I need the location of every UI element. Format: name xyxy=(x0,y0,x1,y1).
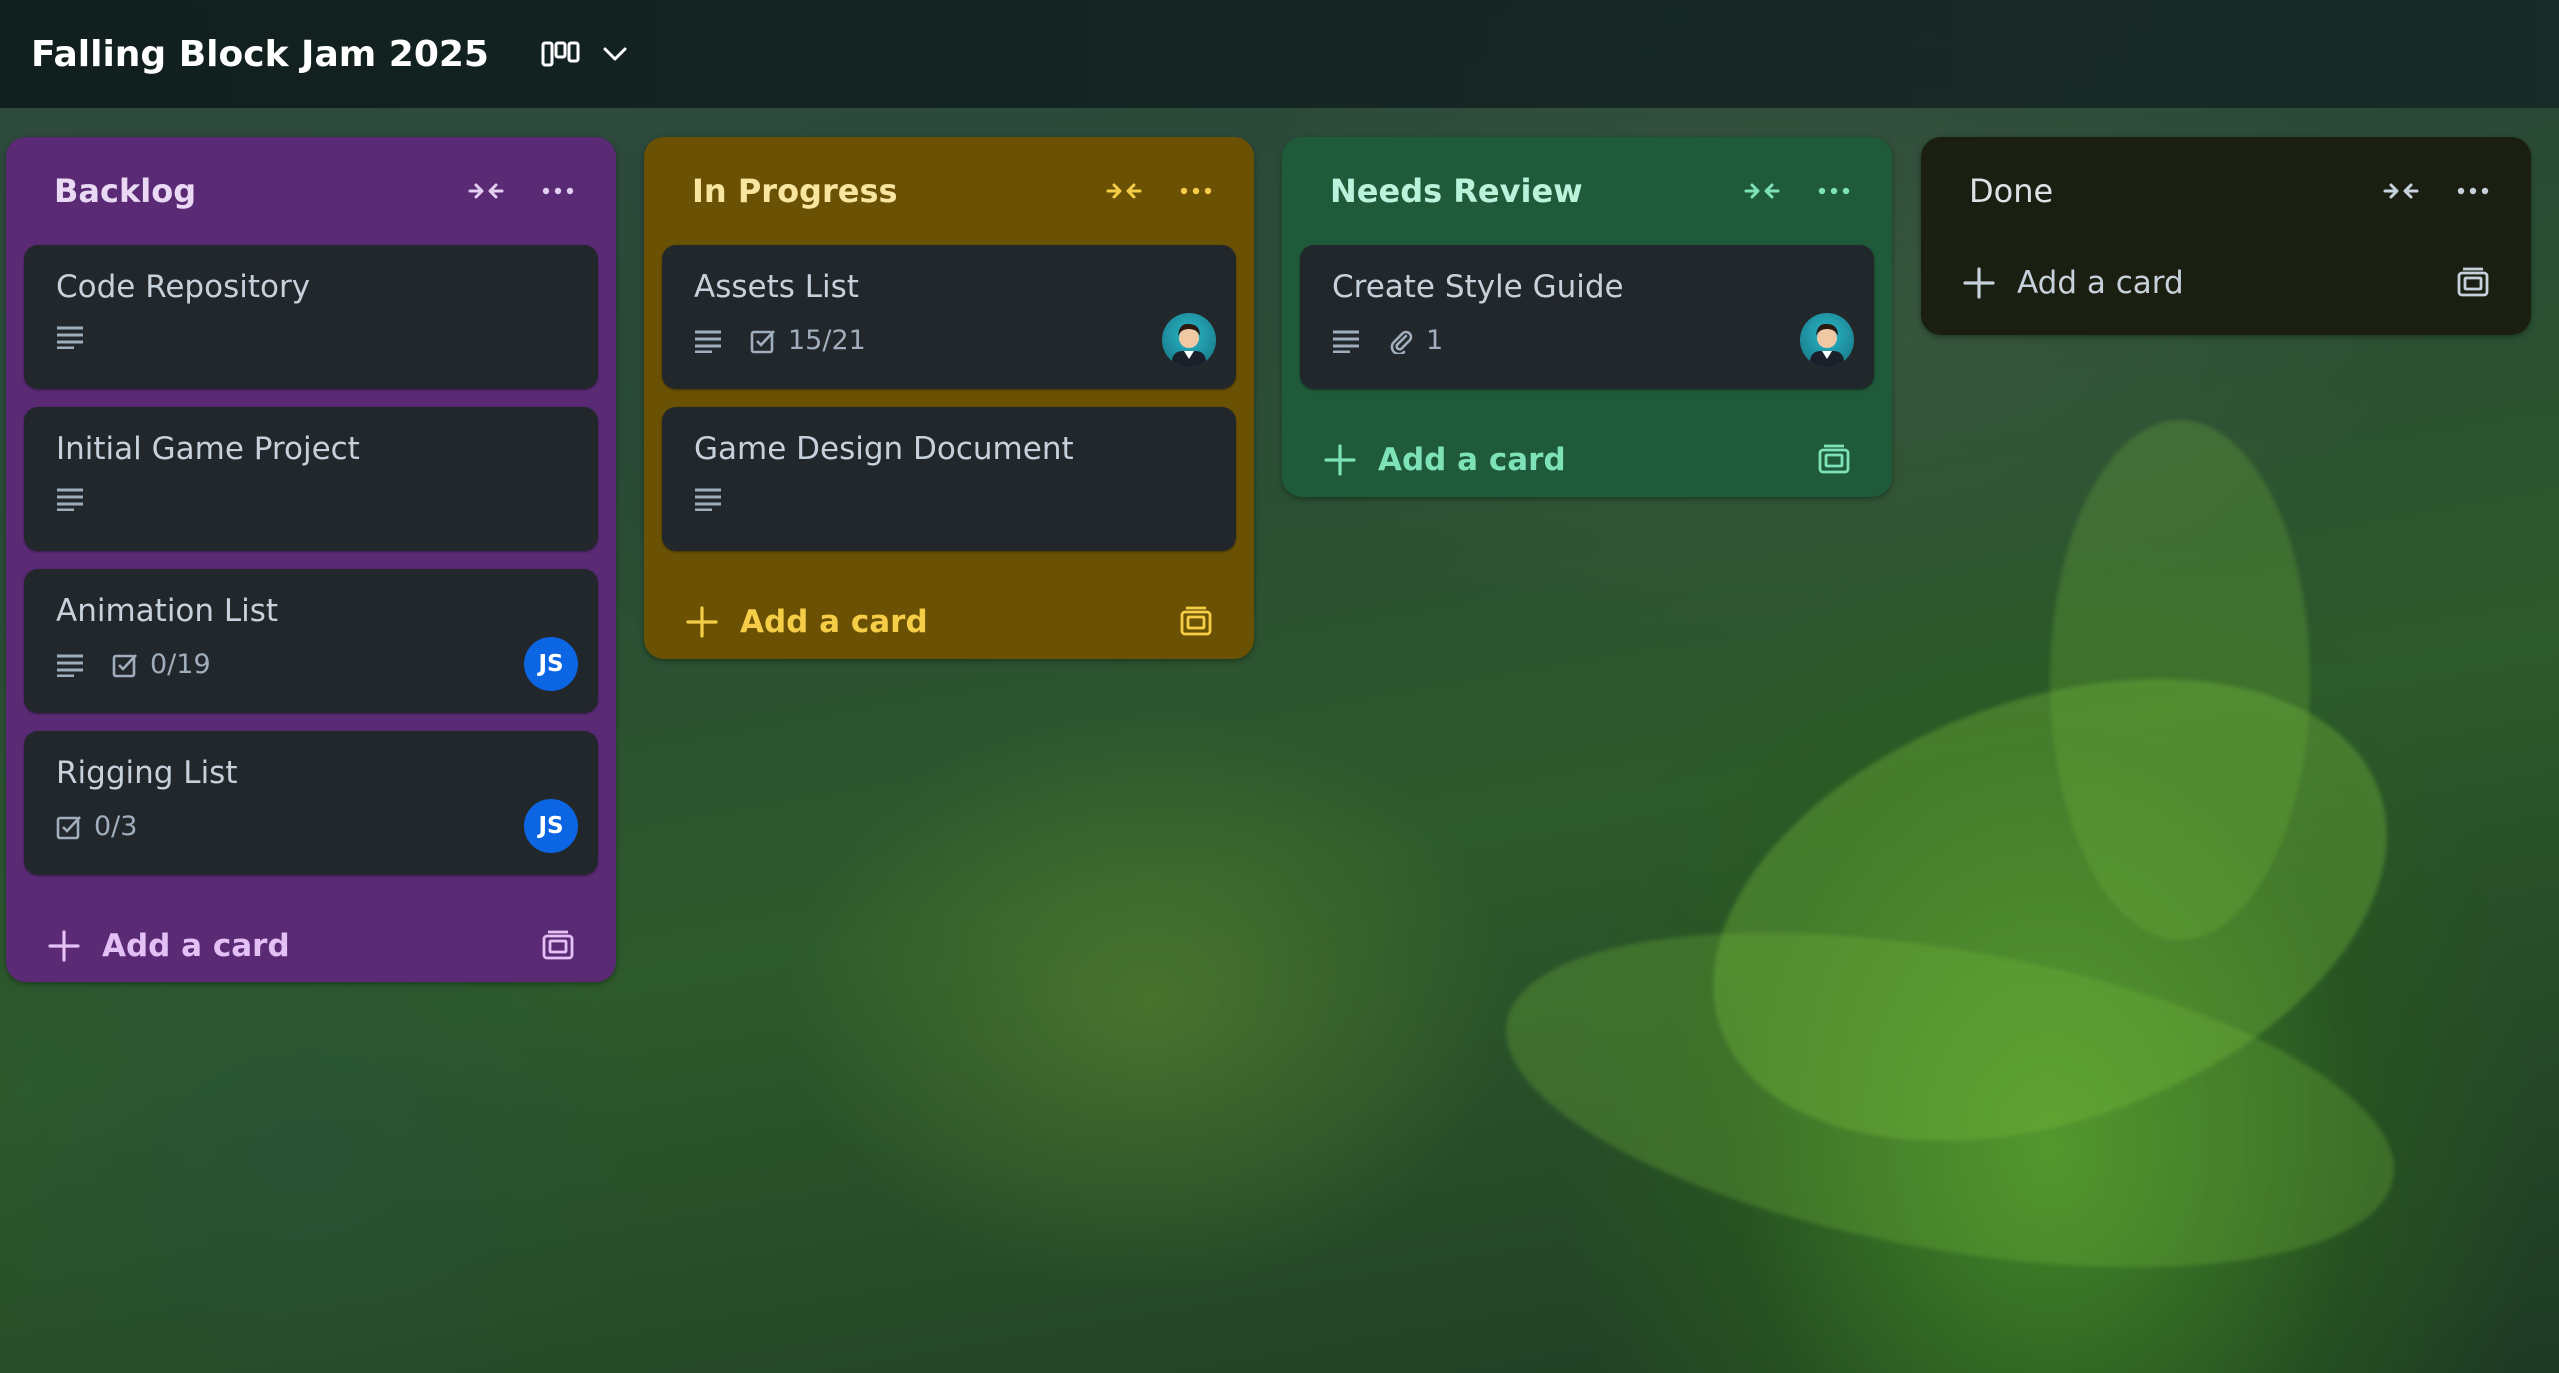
add-card-button[interactable]: Add a card xyxy=(102,928,538,964)
more-icon xyxy=(1180,187,1212,195)
avatar[interactable] xyxy=(1800,313,1854,367)
create-from-template-icon[interactable] xyxy=(538,926,578,966)
card-title: Create Style Guide xyxy=(1332,269,1624,305)
add-card-row: Add a card xyxy=(1300,407,1874,513)
list-title[interactable]: Backlog xyxy=(54,172,436,210)
paperclip-icon xyxy=(1390,330,1413,354)
card[interactable]: Game Design Document xyxy=(662,407,1236,551)
collapse-list-button[interactable] xyxy=(1102,169,1146,213)
plus-icon[interactable] xyxy=(684,604,720,640)
background-foliage xyxy=(2050,420,2310,940)
card[interactable]: Create Style Guide 1 xyxy=(1300,245,1874,389)
collapse-list-button[interactable] xyxy=(464,169,508,213)
list-header: In Progress xyxy=(662,137,1236,245)
card-title: Game Design Document xyxy=(694,431,1074,467)
collapse-list-button[interactable] xyxy=(2379,169,2423,213)
avatar[interactable]: JS xyxy=(524,637,578,691)
plus-icon[interactable] xyxy=(1961,265,1997,301)
card-title: Code Repository xyxy=(56,269,311,305)
chevron-down-icon[interactable] xyxy=(601,44,629,64)
card-title: Assets List xyxy=(694,269,859,305)
create-from-template-icon[interactable] xyxy=(1814,440,1854,480)
plus-icon[interactable] xyxy=(46,928,82,964)
list-title[interactable]: Needs Review xyxy=(1330,172,1712,210)
list-actions-button[interactable] xyxy=(536,169,580,213)
more-icon xyxy=(2457,187,2489,195)
description-icon xyxy=(1333,330,1359,353)
description-icon xyxy=(57,488,83,511)
attachment-badge: 1 xyxy=(1388,325,1443,356)
list-header: Done xyxy=(1939,137,2513,245)
list-needs-review: Needs Review Create Style Guide 1 Add a … xyxy=(1282,137,1892,497)
board-view-icon[interactable] xyxy=(541,40,581,68)
collapse-list-button[interactable] xyxy=(1740,169,1784,213)
list-actions-button[interactable] xyxy=(2451,169,2495,213)
add-card-row: Add a card xyxy=(1939,245,2513,321)
checklist-icon xyxy=(56,815,81,839)
create-from-template-icon[interactable] xyxy=(2453,263,2493,303)
collapse-icon xyxy=(1106,183,1142,199)
board-header: Falling Block Jam 2025 xyxy=(0,0,2559,108)
description-icon xyxy=(695,488,721,511)
card-title: Rigging List xyxy=(56,755,238,791)
board-title[interactable]: Falling Block Jam 2025 xyxy=(31,34,489,75)
add-card-row: Add a card xyxy=(662,569,1236,675)
user-avatar-icon xyxy=(1810,323,1844,367)
card-title: Animation List xyxy=(56,593,279,629)
checklist-badge: 15/21 xyxy=(750,325,866,356)
card[interactable]: Initial Game Project xyxy=(24,407,598,551)
checklist-icon xyxy=(750,329,775,353)
list-title[interactable]: In Progress xyxy=(692,172,1074,210)
avatar[interactable] xyxy=(1162,313,1216,367)
list-header: Backlog xyxy=(24,137,598,245)
more-icon xyxy=(1818,187,1850,195)
checklist-count: 0/19 xyxy=(150,649,211,680)
more-icon xyxy=(542,187,574,195)
checklist-icon xyxy=(112,653,137,677)
list-actions-button[interactable] xyxy=(1812,169,1856,213)
user-avatar-icon xyxy=(1172,323,1206,367)
checklist-badge: 0/19 xyxy=(112,649,211,680)
list-title[interactable]: Done xyxy=(1969,172,2351,210)
attachment-count: 1 xyxy=(1426,325,1444,356)
card[interactable]: Rigging List 0/3 JS xyxy=(24,731,598,875)
description-icon xyxy=(57,326,83,349)
collapse-icon xyxy=(2383,183,2419,199)
collapse-icon xyxy=(1744,183,1780,199)
checklist-badge: 0/3 xyxy=(56,811,137,842)
view-switcher[interactable] xyxy=(541,40,629,68)
card-title: Initial Game Project xyxy=(56,431,360,467)
add-card-button[interactable]: Add a card xyxy=(2017,265,2453,301)
collapse-icon xyxy=(468,183,504,199)
card[interactable]: Assets List 15/21 xyxy=(662,245,1236,389)
card[interactable]: Code Repository xyxy=(24,245,598,389)
checklist-count: 0/3 xyxy=(94,811,138,842)
plus-icon[interactable] xyxy=(1322,442,1358,478)
add-card-button[interactable]: Add a card xyxy=(740,604,1176,640)
list-done: Done Add a card xyxy=(1921,137,2531,335)
list-backlog: Backlog Code Repository Initial Game Pro… xyxy=(6,137,616,982)
list-actions-button[interactable] xyxy=(1174,169,1218,213)
checklist-count: 15/21 xyxy=(788,325,866,356)
list-header: Needs Review xyxy=(1300,137,1874,245)
avatar[interactable]: JS xyxy=(524,799,578,853)
create-from-template-icon[interactable] xyxy=(1176,602,1216,642)
description-icon xyxy=(695,330,721,353)
description-icon xyxy=(57,654,83,677)
card[interactable]: Animation List 0/19 JS xyxy=(24,569,598,713)
add-card-button[interactable]: Add a card xyxy=(1378,442,1814,478)
add-card-row: Add a card xyxy=(24,893,598,999)
list-in-progress: In Progress Assets List 15/21 Game Desig… xyxy=(644,137,1254,659)
